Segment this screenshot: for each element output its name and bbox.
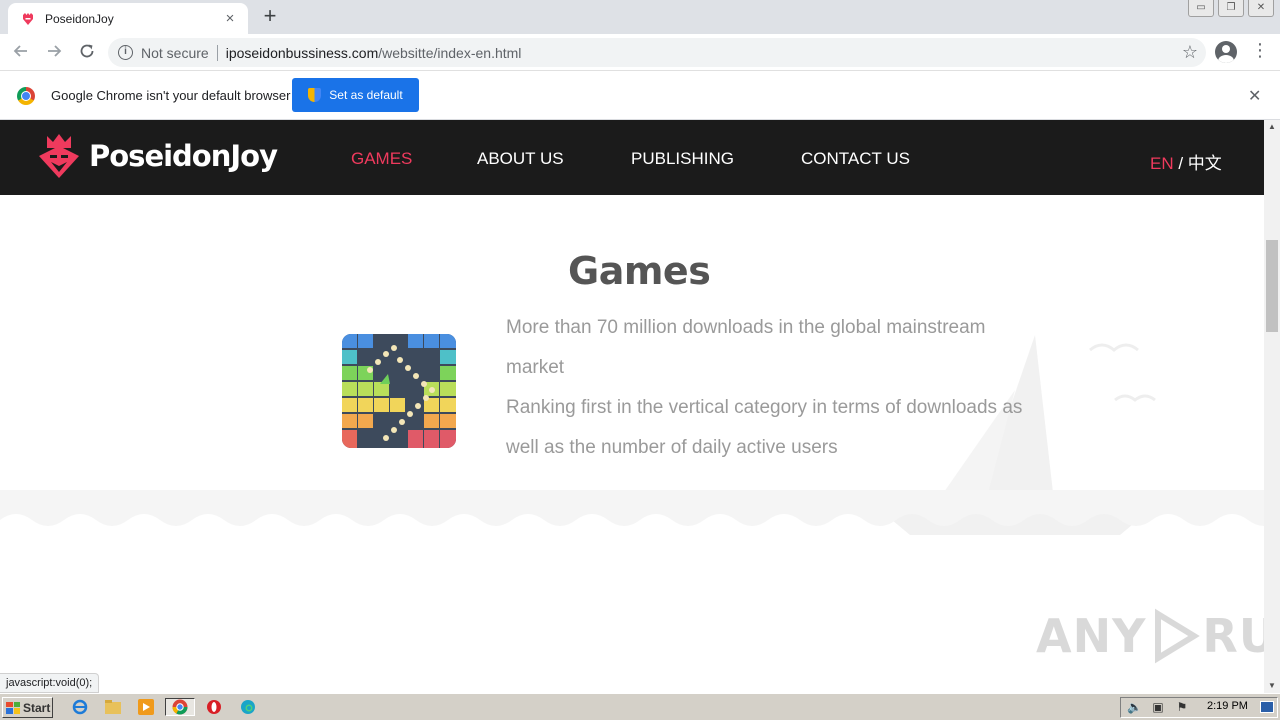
browser-toolbar: i Not secure iposeidonbussiness.com/webs…: [0, 34, 1280, 71]
page-scrollbar[interactable]: ▲ ▼: [1264, 120, 1280, 693]
site-logo[interactable]: PoseidonJoy: [37, 132, 278, 180]
media-player-icon[interactable]: [136, 698, 156, 716]
watermark-text-right: RUN: [1202, 609, 1264, 663]
security-status[interactable]: Not secure: [141, 45, 209, 61]
tab-close-icon[interactable]: ×: [222, 10, 238, 27]
info-icon[interactable]: i: [118, 45, 133, 60]
chrome-taskbar-icon[interactable]: [165, 698, 195, 716]
url-host: iposeidonbussiness.com: [225, 44, 379, 61]
nav-about-us[interactable]: ABOUT US: [477, 149, 564, 169]
infobar-message: Google Chrome isn't your default browser: [51, 88, 291, 103]
forward-arrow-icon[interactable]: [43, 42, 65, 64]
nav-games[interactable]: GAMES: [351, 149, 412, 169]
chrome-menu-icon[interactable]: ⋮: [1251, 40, 1269, 61]
restore-button[interactable]: ❐: [1218, 0, 1244, 17]
set-as-default-label: Set as default: [329, 88, 403, 102]
lang-en-link[interactable]: EN: [1150, 154, 1174, 173]
page-title: Games: [568, 249, 711, 293]
watermark-text-left: ANY: [1036, 609, 1147, 663]
close-window-button[interactable]: ✕: [1248, 0, 1274, 17]
back-arrow-icon[interactable]: [10, 42, 32, 64]
nav-publishing[interactable]: PUBLISHING: [631, 149, 734, 169]
default-browser-infobar: Google Chrome isn't your default browser…: [0, 71, 1280, 120]
nav-contact-us[interactable]: CONTACT US: [801, 149, 910, 169]
set-as-default-button[interactable]: Set as default: [292, 78, 419, 112]
site-header: PoseidonJoy GAMES ABOUT US PUBLISHING CO…: [0, 120, 1264, 195]
browser-tab-strip: PoseidonJoy × + ▭ ❐ ✕: [0, 0, 1280, 34]
description-line-2: Ranking first in the vertical category i…: [506, 397, 1023, 458]
windows-flag-icon: [6, 701, 20, 714]
profile-avatar-icon[interactable]: [1215, 41, 1237, 63]
scroll-down-arrow-icon[interactable]: ▼: [1264, 679, 1280, 693]
game-app-icon[interactable]: [342, 334, 456, 448]
scroll-up-arrow-icon[interactable]: ▲: [1264, 120, 1280, 134]
browser-tab[interactable]: PoseidonJoy ×: [8, 3, 248, 34]
minimize-button[interactable]: ▭: [1188, 0, 1214, 17]
lang-zh-link[interactable]: 中文: [1188, 154, 1222, 173]
start-button[interactable]: Start: [2, 697, 53, 718]
windows-taskbar: Start 🔈 ▣ ⚑ 2:19 PM: [0, 693, 1280, 720]
edge-icon[interactable]: [238, 698, 258, 716]
anyrun-play-icon: [1155, 608, 1201, 664]
address-bar[interactable]: i Not secure iposeidonbussiness.com/webs…: [108, 38, 1206, 67]
window-controls: ▭ ❐ ✕: [1188, 0, 1274, 17]
uac-shield-icon: [308, 88, 322, 102]
lang-separator: /: [1173, 154, 1188, 173]
brand-name: PoseidonJoy: [89, 139, 278, 173]
chrome-logo-icon: [17, 87, 35, 105]
internet-explorer-icon[interactable]: [70, 698, 90, 716]
start-label: Start: [23, 700, 51, 715]
reload-icon[interactable]: [76, 42, 98, 64]
volume-icon[interactable]: 🔈: [1127, 701, 1142, 714]
system-tray: 🔈 ▣ ⚑ 2:19 PM: [1120, 697, 1278, 718]
show-desktop-icon[interactable]: [1260, 701, 1274, 713]
new-tab-button[interactable]: +: [258, 5, 282, 29]
taskbar-clock[interactable]: 2:19 PM: [1207, 700, 1248, 712]
tab-title: PoseidonJoy: [45, 11, 114, 26]
scrollbar-thumb[interactable]: [1266, 240, 1278, 332]
url-path: /websitte/index-en.html: [378, 44, 522, 61]
poseidonjoy-favicon-icon: [20, 11, 36, 27]
action-center-flag-icon[interactable]: ⚑: [1175, 701, 1189, 714]
wave-divider: [0, 490, 1264, 526]
file-explorer-icon[interactable]: [103, 698, 123, 716]
description-line-1: More than 70 million downloads in the gl…: [506, 317, 986, 378]
page-viewport: PoseidonJoy GAMES ABOUT US PUBLISHING CO…: [0, 120, 1264, 693]
language-switcher: EN / 中文: [1150, 149, 1222, 174]
games-description: More than 70 million downloads in the gl…: [506, 308, 1026, 468]
network-icon[interactable]: ▣: [1151, 701, 1165, 714]
link-status-bubble: javascript:void(0);: [0, 673, 100, 693]
omnibox-separator: [216, 44, 218, 61]
anyrun-watermark: ANY RUN: [1036, 608, 1264, 664]
poseidon-crown-logo-icon: [39, 134, 79, 178]
infobar-close-icon[interactable]: ✕: [1248, 86, 1261, 106]
opera-icon[interactable]: [204, 698, 224, 716]
bookmark-star-icon[interactable]: ☆: [1182, 42, 1198, 63]
